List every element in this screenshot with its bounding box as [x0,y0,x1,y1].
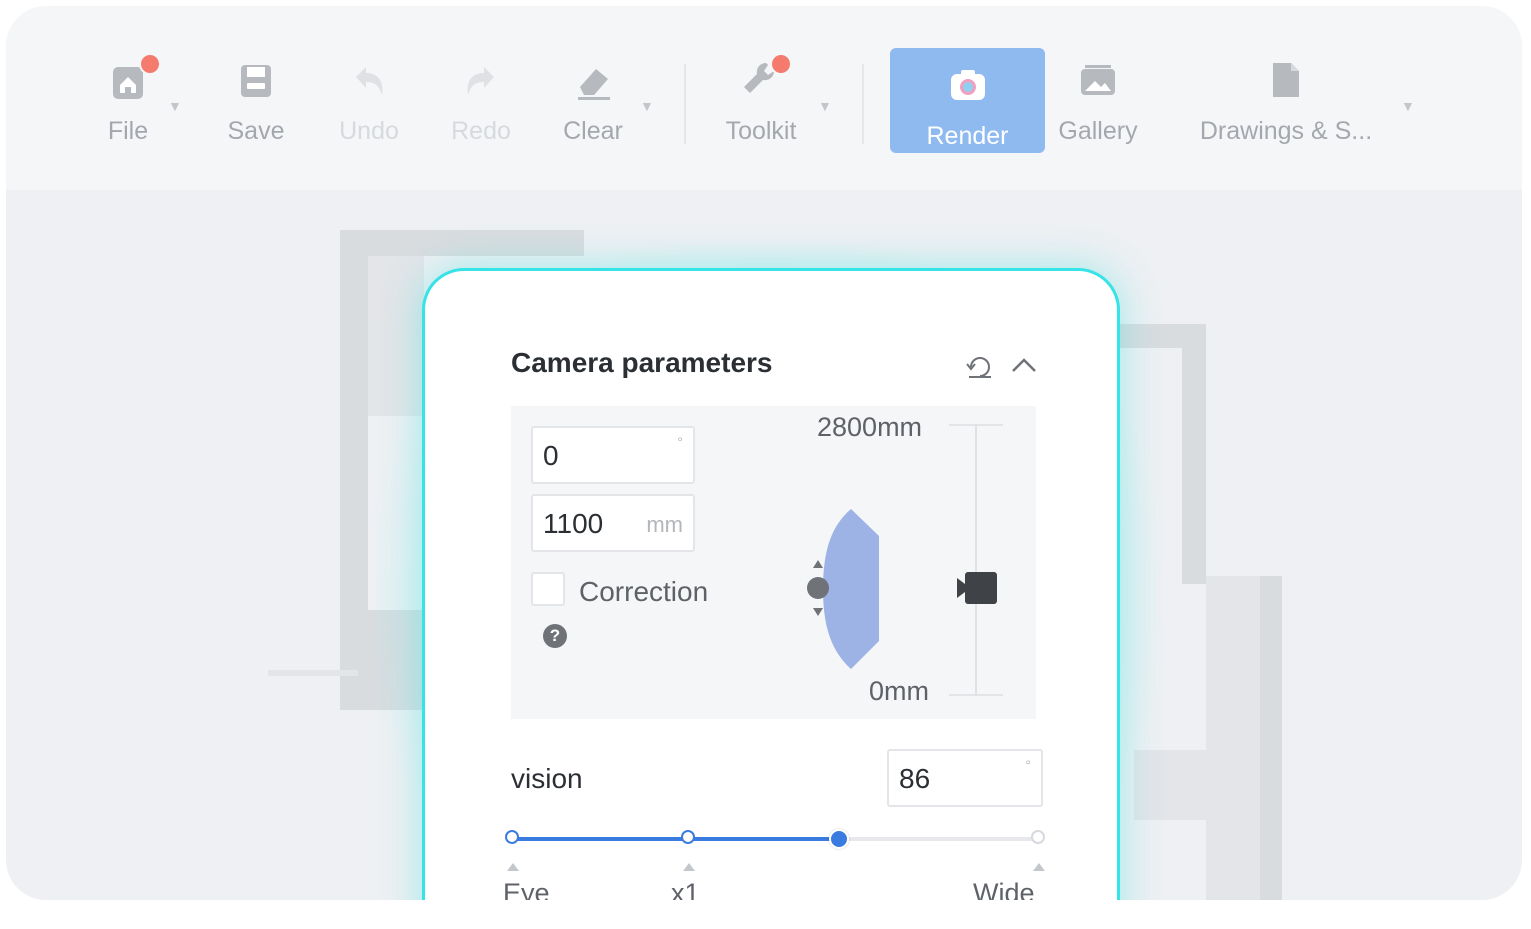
angle-value: 0 [543,440,559,471]
marker-triangle-icon [1033,863,1045,871]
slider-stop-wide[interactable] [1031,830,1045,844]
undo-icon [346,57,392,103]
height-input[interactable]: 1100 mm [531,494,695,552]
height-value: 1100 [543,508,604,539]
eraser-icon [570,57,616,103]
slider-label-eye: Eye [503,878,550,900]
toolbar: File ▼ Save Undo Redo Clear ▼ Toolkit ▼ … [6,6,1522,190]
angle-unit: ° [677,434,683,450]
height-min-label: 0mm [869,676,929,706]
render-inner: Render [890,56,1045,166]
marker-triangle-icon [683,863,695,871]
undo-button[interactable]: Undo [334,51,404,161]
panel-title: Camera parameters [511,347,773,378]
slider-label-x1: x1 [671,878,700,900]
slider-stop-x1[interactable] [681,830,695,844]
toolkit-label: Toolkit [725,117,797,145]
drawings-label: Drawings & S... [1199,117,1373,145]
toolkit-button[interactable]: Toolkit [718,51,804,161]
file-button[interactable]: File [98,51,161,161]
notification-dot [770,53,792,75]
vision-label: vision [511,763,583,794]
wrench-icon [738,53,792,103]
panel-actions [965,351,1039,381]
toolbar-divider [684,64,686,144]
gallery-icon [1075,57,1121,103]
render-button[interactable]: Render [890,48,1045,153]
angle-input[interactable]: 0 ° [531,426,695,484]
save-icon [233,57,279,103]
app-window: File ▼ Save Undo Redo Clear ▼ Toolkit ▼ … [6,6,1522,900]
marker-triangle-icon [507,863,519,871]
floorplan-wall [1260,576,1282,900]
camera-parameters-panel: Camera parameters 0 ° 1100 mm Correction… [422,268,1120,900]
height-max-label: 2800mm [817,412,923,442]
undo-label: Undo [339,117,399,145]
height-unit: mm [646,512,683,537]
redo-icon [458,57,504,103]
slider-stop-eye[interactable] [505,830,519,844]
redo-button[interactable]: Redo [446,51,516,161]
vision-value: 86 [899,763,931,794]
floorplan-wall [1182,324,1206,584]
clear-label: Clear [563,117,623,145]
notification-dot [139,53,161,75]
vision-slider-thumb[interactable] [829,829,849,849]
redo-label: Redo [451,117,511,145]
document-icon [1263,57,1309,103]
vision-input[interactable]: 86 ° [887,749,1043,807]
collapse-chevron-up-icon[interactable] [1009,351,1039,381]
toolkit-caret-icon[interactable]: ▼ [818,98,832,114]
correction-checkbox[interactable] [531,572,565,606]
camera-position-handle[interactable] [803,558,833,618]
drawings-caret-icon[interactable]: ▼ [1401,98,1415,114]
save-button[interactable]: Save [222,51,290,161]
gallery-label: Gallery [1058,117,1138,145]
height-scale [975,424,977,696]
vision-slider-fill [511,837,838,841]
render-label: Render [926,122,1009,150]
camera-settings-box: 0 ° 1100 mm Correction ? 2800mm 0mm [511,406,1036,719]
camera-icon [945,62,991,108]
clear-caret-icon[interactable]: ▼ [640,98,654,114]
toolbar-divider [862,64,864,144]
file-label: File [107,117,149,145]
reset-icon[interactable] [965,351,995,381]
drawings-button[interactable]: Drawings & S... [1186,51,1386,161]
vision-unit: ° [1025,757,1031,773]
home-icon [105,53,161,103]
save-label: Save [227,117,285,145]
file-caret-icon[interactable]: ▼ [168,98,182,114]
help-icon[interactable]: ? [543,624,567,648]
camera-icon[interactable] [955,570,999,606]
slider-label-wide: Wide [973,878,1035,900]
gallery-button[interactable]: Gallery [1054,51,1142,161]
correction-label: Correction [579,576,709,607]
floorplan-wall [268,670,358,676]
clear-button[interactable]: Clear [558,51,628,161]
